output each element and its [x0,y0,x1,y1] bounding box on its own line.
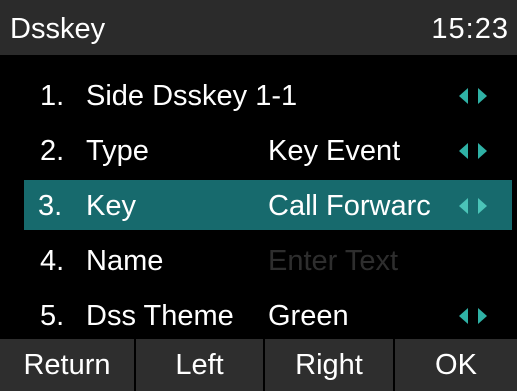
page-title: Dsskey [10,13,106,45]
right-arrow-icon[interactable] [478,143,487,159]
value-switcher[interactable] [459,88,499,104]
ok-button[interactable]: OK [395,339,517,391]
value-switcher[interactable] [459,308,499,324]
value-switcher[interactable] [459,143,499,159]
item-label: Dss Theme [86,300,234,332]
left-arrow-icon[interactable] [459,198,468,214]
item-label: Name [86,245,164,277]
item-number: 5. [40,300,65,332]
item-number: 4. [40,245,65,277]
item-label: Key [86,190,136,222]
right-button[interactable]: Right [265,339,393,391]
left-button[interactable]: Left [136,339,263,391]
value-switcher[interactable] [459,198,499,214]
left-arrow-icon[interactable] [459,143,468,159]
right-arrow-icon[interactable] [478,308,487,324]
right-arrow-icon[interactable] [478,88,487,104]
list-item-dss-theme[interactable]: 5. Dss Theme Green [0,288,517,343]
title-bar: Dsskey 15:23 [0,0,517,55]
item-value: Call Forwarc [268,190,431,222]
list-item-name[interactable]: 4. Name Enter Text [0,233,517,288]
item-number: 2. [40,135,65,167]
item-number: 3. [38,190,63,222]
clock: 15:23 [431,13,509,45]
item-label: Side Dsskey 1-1 [86,80,298,112]
item-value: Green [268,300,349,332]
softkey-bar: Return Left Right OK [0,339,517,391]
list-item-side-dsskey[interactable]: 1. Side Dsskey 1-1 [0,68,517,123]
dsskey-screen: Dsskey 15:23 1. Side Dsskey 1-1 2. Type … [0,0,517,391]
left-arrow-icon[interactable] [459,308,468,324]
item-label: Type [86,135,149,167]
right-arrow-icon[interactable] [478,198,487,214]
list-item-key[interactable]: 3. Key Call Forwarc [0,178,517,233]
name-input[interactable]: Enter Text [268,245,438,277]
item-value: Key Event [268,135,401,167]
item-number: 1. [40,80,65,112]
list-item-type[interactable]: 2. Type Key Event [0,123,517,178]
left-arrow-icon[interactable] [459,88,468,104]
return-button[interactable]: Return [0,339,134,391]
